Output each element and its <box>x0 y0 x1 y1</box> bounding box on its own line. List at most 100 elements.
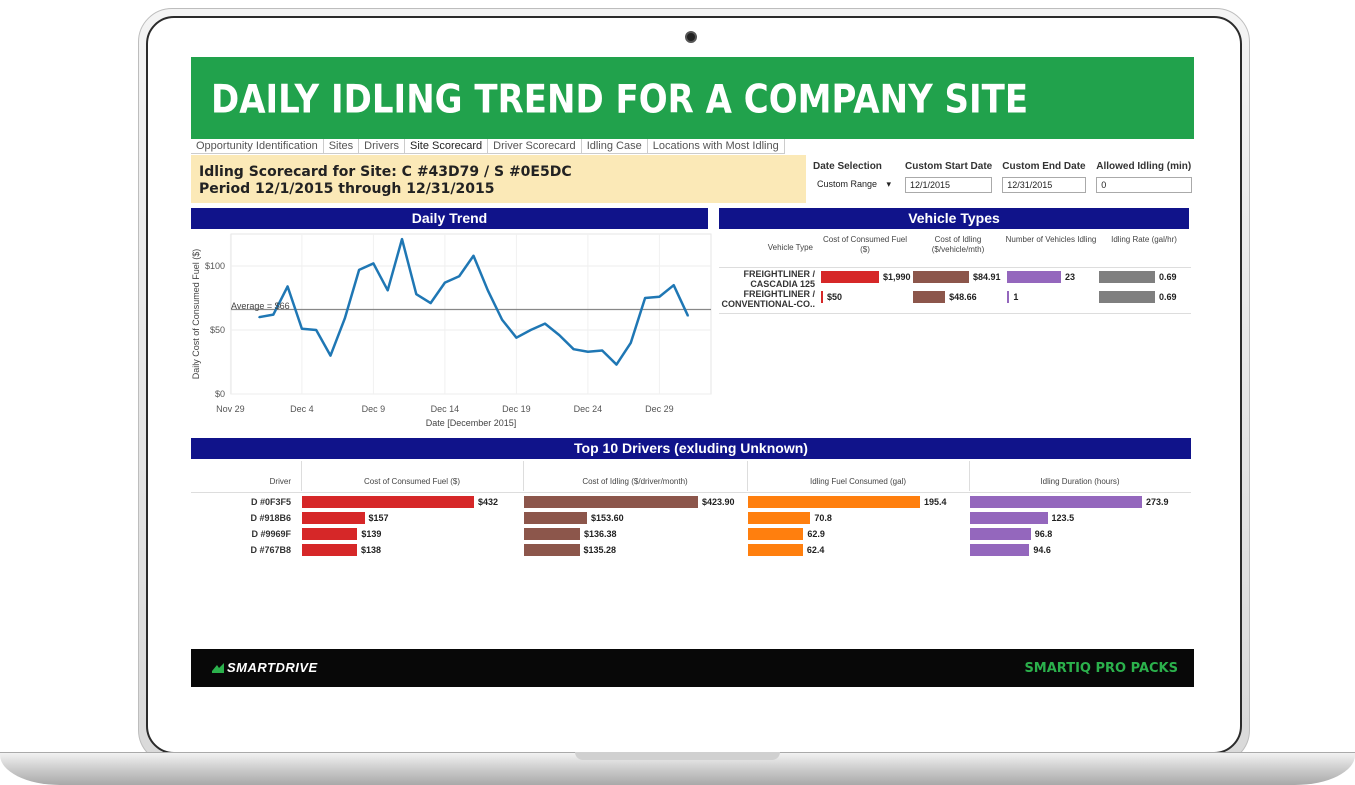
data-point <box>286 285 289 288</box>
laptop-notch <box>575 752 780 760</box>
bar-value-label: $432 <box>478 497 499 507</box>
date-selection-label: Date Selection <box>813 161 882 172</box>
bar-vehicle-num-vehicles[interactable] <box>1007 291 1010 303</box>
vehicle-types-column-header: Idling Rate (gal/hr) <box>1111 235 1177 244</box>
bar-driver-duration[interactable] <box>970 544 1030 556</box>
bar-driver-fuel-gal[interactable] <box>748 512 811 524</box>
y-tick-label: $100 <box>205 261 225 271</box>
bar-vehicle-cost-fuel[interactable] <box>821 291 823 303</box>
tab-opportunity-identification[interactable]: Opportunity Identification <box>191 139 324 153</box>
scorecard-period: Period 12/1/2015 through 12/31/2015 <box>199 181 495 197</box>
y-tick-label: $0 <box>215 389 225 399</box>
x-axis-title: Date [December 2015] <box>426 418 517 428</box>
bar-value-label: $48.66 <box>949 292 977 302</box>
tab-site-scorecard[interactable]: Site Scorecard <box>405 139 489 153</box>
bar-driver-cost-fuel[interactable] <box>302 512 365 524</box>
bar-value-label: $135.28 <box>583 545 617 555</box>
end-date-input[interactable]: 12/31/2015 <box>1002 177 1087 193</box>
data-point <box>315 329 317 331</box>
drivers-column-header: Cost of Consumed Fuel ($) <box>363 477 461 486</box>
data-point <box>386 289 389 292</box>
data-point <box>529 329 532 331</box>
data-point <box>272 313 275 316</box>
bar-vehicle-cost-fuel[interactable] <box>821 271 879 283</box>
x-tick-label: Nov 29 <box>216 404 245 414</box>
bar-driver-cost-idling[interactable] <box>524 528 580 540</box>
vehicle-type-line: CONVENTIONAL-CO.. <box>721 299 816 309</box>
tab-drivers[interactable]: Drivers <box>359 139 405 153</box>
bar-driver-duration[interactable] <box>970 496 1142 508</box>
data-point <box>572 348 575 350</box>
tab-sites[interactable]: Sites <box>324 139 360 153</box>
y-tick-label: $50 <box>210 325 225 335</box>
driver-label: D #0F3F5 <box>250 497 291 507</box>
vehicle-type-line: CASCADIA 125 <box>750 279 815 289</box>
vehicle-types-column-header: Vehicle Type <box>767 243 813 252</box>
bar-driver-fuel-gal[interactable] <box>748 544 803 556</box>
tab-locations-most-idling[interactable]: Locations with Most Idling <box>648 139 785 153</box>
bar-value-label: $139 <box>361 529 382 539</box>
start-date-filter: Custom Start Date 12/1/2015 <box>905 161 992 193</box>
bar-value-label: $423.90 <box>702 497 735 507</box>
column-divider <box>969 461 970 491</box>
tab-driver-scorecard[interactable]: Driver Scorecard <box>488 139 582 153</box>
bar-driver-cost-idling[interactable] <box>524 496 698 508</box>
driver-label: D #918B6 <box>250 513 291 523</box>
date-selection-value: Custom Range <box>817 179 878 189</box>
y-axis-title: Daily Cost of Consumed Fuel ($) <box>191 249 201 380</box>
divider <box>719 267 1191 268</box>
bar-driver-cost-idling[interactable] <box>524 512 588 524</box>
bar-value-label: 123.5 <box>1051 513 1075 523</box>
bar-vehicle-idling-rate[interactable] <box>1099 291 1155 303</box>
bar-value-label: 0.69 <box>1159 292 1177 302</box>
divider <box>191 492 1191 493</box>
bar-value-label: $1,990 <box>883 272 911 282</box>
drivers-column-header: Cost of Idling ($/driver/month) <box>582 477 688 486</box>
bar-driver-duration[interactable] <box>970 512 1048 524</box>
driver-label: D #9969F <box>251 529 291 539</box>
vehicle-types-table: Vehicle Type Cost of Consumed Fuel ($) Cos… <box>719 229 1191 329</box>
bar-driver-cost-fuel[interactable] <box>302 496 474 508</box>
drivers-column-header: Idling Fuel Consumed (gal) <box>809 477 907 486</box>
bar-vehicle-cost-idling[interactable] <box>913 271 969 283</box>
vehicle-type-line: FREIGHTLINER / <box>743 289 816 299</box>
data-point <box>558 334 561 336</box>
camera-icon <box>685 31 697 43</box>
bar-value-label: $153.60 <box>591 513 624 523</box>
start-date-input[interactable]: 12/1/2015 <box>905 177 992 193</box>
allowed-idling-label: Allowed Idling (min) <box>1096 161 1192 172</box>
filter-panel: Date Selection Custom Range ▾ Custom Sta… <box>813 161 1193 193</box>
data-point <box>472 254 475 257</box>
data-point <box>329 354 332 357</box>
driver-label: D #767B8 <box>250 545 291 555</box>
allowed-idling-input[interactable]: 0 <box>1096 177 1193 193</box>
column-divider <box>523 461 524 491</box>
bar-driver-fuel-gal[interactable] <box>748 496 920 508</box>
scorecard-title-box: Idling Scorecard for Site: C #43D79 / S … <box>191 155 806 203</box>
bar-driver-cost-fuel[interactable] <box>302 544 357 556</box>
data-point <box>644 297 646 299</box>
data-point <box>615 363 618 366</box>
bar-value-label: $84.91 <box>973 272 1001 282</box>
bar-vehicle-num-vehicles[interactable] <box>1007 271 1061 283</box>
tab-idling-case[interactable]: Idling Case <box>582 139 648 153</box>
bar-vehicle-idling-rate[interactable] <box>1099 271 1155 283</box>
column-divider <box>301 461 302 491</box>
date-selection-dropdown[interactable]: Custom Range ▾ <box>813 177 895 193</box>
bar-vehicle-cost-idling[interactable] <box>913 291 946 303</box>
scorecard-site: Idling Scorecard for Site: C #43D79 / S … <box>199 164 572 180</box>
vehicle-types-column-header: Cost of Consumed Fuel ($) <box>822 235 908 254</box>
trend-average-label: Average = $66 <box>231 301 290 311</box>
bar-driver-fuel-gal[interactable] <box>748 528 804 540</box>
vehicle-types-column-header: Cost of Idling ($/vehicle/mth) <box>931 235 985 254</box>
bar-driver-cost-idling[interactable] <box>524 544 580 556</box>
vehicle-type-label: FREIGHTLINER / CASCADIA 125 <box>719 269 816 289</box>
bar-driver-cost-fuel[interactable] <box>302 528 358 540</box>
vehicle-types-header: Vehicle Types <box>719 208 1189 229</box>
top-drivers-header: Top 10 Drivers (exluding Unknown) <box>191 438 1191 459</box>
data-point <box>358 269 360 271</box>
bar-value-label: 62.9 <box>807 529 825 539</box>
data-point <box>487 289 489 292</box>
bar-driver-duration[interactable] <box>970 528 1031 540</box>
data-point <box>372 262 375 265</box>
